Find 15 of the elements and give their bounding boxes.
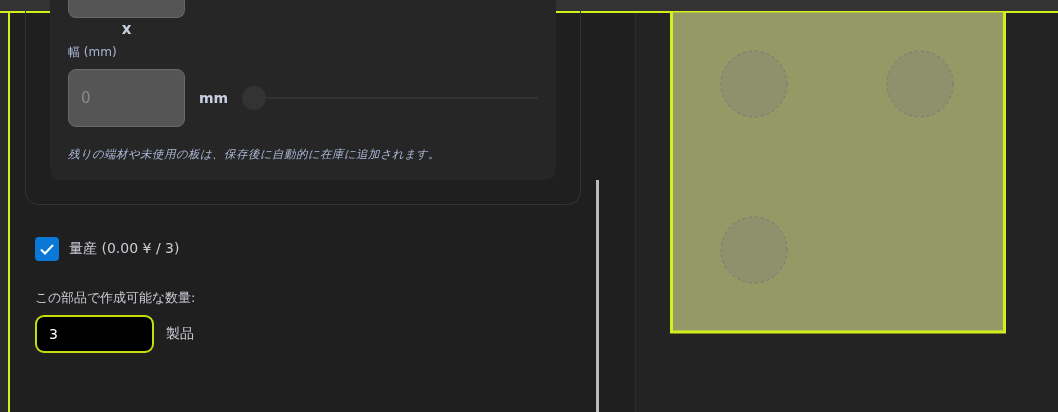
quantity-unit: 製品 xyxy=(166,325,194,343)
unit-label: mm xyxy=(199,90,229,106)
hole-circle xyxy=(886,50,954,118)
separator-label: x xyxy=(120,20,133,38)
mass-production-label: 量産 (0.00 ¥ / 3) xyxy=(69,240,180,258)
hole-circle xyxy=(720,50,788,118)
width-label: 幅 (mm) xyxy=(68,44,118,61)
check-icon xyxy=(40,243,54,255)
info-note: 残りの端材や未使用の板は、保存後に自動的に在庫に追加されます。 xyxy=(68,147,441,162)
mass-production-checkbox[interactable] xyxy=(35,237,59,261)
quantity-field[interactable]: 3 xyxy=(35,315,154,353)
quantity-label: この部品で作成可能な数量: xyxy=(35,289,197,307)
hole-circle xyxy=(720,216,788,284)
length-field[interactable] xyxy=(68,0,185,18)
scrollbar[interactable] xyxy=(596,180,599,412)
